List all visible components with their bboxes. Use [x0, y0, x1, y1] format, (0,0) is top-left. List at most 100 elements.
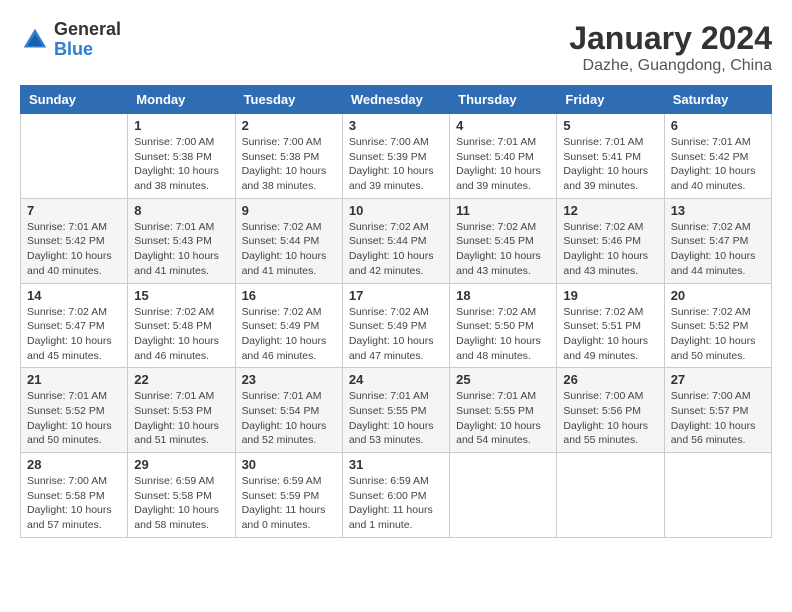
day-number: 20: [671, 288, 765, 303]
weekday-header-sunday: Sunday: [21, 86, 128, 114]
calendar-cell: 1 Sunrise: 7:00 AM Sunset: 5:38 PM Daylig…: [128, 114, 235, 199]
calendar-cell: 16 Sunrise: 7:02 AM Sunset: 5:49 PM Dayli…: [235, 283, 342, 368]
day-info: Sunrise: 7:00 AM Sunset: 5:39 PM Dayligh…: [349, 135, 443, 194]
day-number: 6: [671, 118, 765, 133]
weekday-header-row: SundayMondayTuesdayWednesdayThursdayFrid…: [21, 86, 772, 114]
day-number: 26: [563, 372, 657, 387]
calendar-cell: 9 Sunrise: 7:02 AM Sunset: 5:44 PM Daylig…: [235, 198, 342, 283]
day-info: Sunrise: 6:59 AM Sunset: 5:58 PM Dayligh…: [134, 474, 228, 533]
calendar-cell: 30Sunrise: 6:59 AM Sunset: 5:59 PM Dayli…: [235, 453, 342, 538]
calendar-cell: 10 Sunrise: 7:02 AM Sunset: 5:44 PM Dayli…: [342, 198, 449, 283]
weekday-header-thursday: Thursday: [450, 86, 557, 114]
calendar-cell: 26 Sunrise: 7:00 AM Sunset: 5:56 PM Dayli…: [557, 368, 664, 453]
calendar-cell: [450, 453, 557, 538]
weekday-header-wednesday: Wednesday: [342, 86, 449, 114]
day-number: 29: [134, 457, 228, 472]
day-number: 5: [563, 118, 657, 133]
calendar-cell: [557, 453, 664, 538]
calendar-cell: 11 Sunrise: 7:02 AM Sunset: 5:45 PM Dayli…: [450, 198, 557, 283]
day-info: Sunrise: 7:01 AM Sunset: 5:54 PM Dayligh…: [242, 389, 336, 448]
day-info: Sunrise: 7:01 AM Sunset: 5:40 PM Dayligh…: [456, 135, 550, 194]
week-row-2: 14Sunrise: 7:02 AM Sunset: 5:47 PM Dayli…: [21, 283, 772, 368]
day-info: Sunrise: 7:02 AM Sunset: 5:49 PM Dayligh…: [242, 305, 336, 364]
weekday-header-friday: Friday: [557, 86, 664, 114]
calendar-cell: 31Sunrise: 6:59 AM Sunset: 6:00 PM Dayli…: [342, 453, 449, 538]
header: General Blue January 2024 Dazhe, Guangdo…: [20, 20, 772, 75]
day-info: Sunrise: 7:02 AM Sunset: 5:48 PM Dayligh…: [134, 305, 228, 364]
logo: General Blue: [20, 20, 121, 60]
logo-general-text: General: [54, 20, 121, 40]
day-info: Sunrise: 7:01 AM Sunset: 5:52 PM Dayligh…: [27, 389, 121, 448]
day-number: 30: [242, 457, 336, 472]
day-number: 27: [671, 372, 765, 387]
day-number: 9: [242, 203, 336, 218]
weekday-header-monday: Monday: [128, 86, 235, 114]
calendar-cell: 19Sunrise: 7:02 AM Sunset: 5:51 PM Dayli…: [557, 283, 664, 368]
day-number: 22: [134, 372, 228, 387]
week-row-3: 21 Sunrise: 7:01 AM Sunset: 5:52 PM Dayli…: [21, 368, 772, 453]
day-info: Sunrise: 7:01 AM Sunset: 5:41 PM Dayligh…: [563, 135, 657, 194]
calendar-cell: 4 Sunrise: 7:01 AM Sunset: 5:40 PM Daylig…: [450, 114, 557, 199]
day-number: 7: [27, 203, 121, 218]
calendar-cell: 25 Sunrise: 7:01 AM Sunset: 5:55 PM Dayli…: [450, 368, 557, 453]
day-number: 23: [242, 372, 336, 387]
day-number: 16: [242, 288, 336, 303]
day-info: Sunrise: 7:02 AM Sunset: 5:51 PM Dayligh…: [563, 305, 657, 364]
day-number: 8: [134, 203, 228, 218]
calendar-cell: 7 Sunrise: 7:01 AM Sunset: 5:42 PM Daylig…: [21, 198, 128, 283]
day-number: 21: [27, 372, 121, 387]
day-number: 2: [242, 118, 336, 133]
day-info: Sunrise: 7:00 AM Sunset: 5:38 PM Dayligh…: [242, 135, 336, 194]
day-number: 28: [27, 457, 121, 472]
day-info: Sunrise: 7:01 AM Sunset: 5:55 PM Dayligh…: [456, 389, 550, 448]
day-number: 12: [563, 203, 657, 218]
day-info: Sunrise: 7:02 AM Sunset: 5:47 PM Dayligh…: [27, 305, 121, 364]
day-info: Sunrise: 7:01 AM Sunset: 5:42 PM Dayligh…: [671, 135, 765, 194]
weekday-header-tuesday: Tuesday: [235, 86, 342, 114]
calendar-cell: 8 Sunrise: 7:01 AM Sunset: 5:43 PM Daylig…: [128, 198, 235, 283]
day-number: 15: [134, 288, 228, 303]
day-number: 18: [456, 288, 550, 303]
calendar-cell: 14Sunrise: 7:02 AM Sunset: 5:47 PM Dayli…: [21, 283, 128, 368]
day-info: Sunrise: 7:02 AM Sunset: 5:44 PM Dayligh…: [242, 220, 336, 279]
calendar-cell: 2 Sunrise: 7:00 AM Sunset: 5:38 PM Daylig…: [235, 114, 342, 199]
calendar-cell: 15 Sunrise: 7:02 AM Sunset: 5:48 PM Dayli…: [128, 283, 235, 368]
calendar-cell: 21 Sunrise: 7:01 AM Sunset: 5:52 PM Dayli…: [21, 368, 128, 453]
calendar-cell: 6 Sunrise: 7:01 AM Sunset: 5:42 PM Daylig…: [664, 114, 771, 199]
calendar-cell: 20Sunrise: 7:02 AM Sunset: 5:52 PM Dayli…: [664, 283, 771, 368]
day-info: Sunrise: 7:01 AM Sunset: 5:42 PM Dayligh…: [27, 220, 121, 279]
subtitle: Dazhe, Guangdong, China: [569, 57, 772, 75]
calendar-cell: 17Sunrise: 7:02 AM Sunset: 5:49 PM Dayli…: [342, 283, 449, 368]
day-number: 4: [456, 118, 550, 133]
calendar-cell: [664, 453, 771, 538]
week-row-1: 7 Sunrise: 7:01 AM Sunset: 5:42 PM Daylig…: [21, 198, 772, 283]
day-number: 25: [456, 372, 550, 387]
logo-blue-text: Blue: [54, 40, 121, 60]
calendar-cell: 27 Sunrise: 7:00 AM Sunset: 5:57 PM Dayli…: [664, 368, 771, 453]
calendar-table: SundayMondayTuesdayWednesdayThursdayFrid…: [20, 85, 772, 538]
logo-text: General Blue: [54, 20, 121, 60]
day-number: 10: [349, 203, 443, 218]
day-info: Sunrise: 7:00 AM Sunset: 5:38 PM Dayligh…: [134, 135, 228, 194]
calendar-cell: [21, 114, 128, 199]
weekday-header-saturday: Saturday: [664, 86, 771, 114]
day-info: Sunrise: 7:00 AM Sunset: 5:56 PM Dayligh…: [563, 389, 657, 448]
week-row-4: 28Sunrise: 7:00 AM Sunset: 5:58 PM Dayli…: [21, 453, 772, 538]
day-info: Sunrise: 7:01 AM Sunset: 5:55 PM Dayligh…: [349, 389, 443, 448]
logo-icon: [20, 25, 50, 55]
day-number: 17: [349, 288, 443, 303]
day-number: 11: [456, 203, 550, 218]
calendar-cell: 28Sunrise: 7:00 AM Sunset: 5:58 PM Dayli…: [21, 453, 128, 538]
day-info: Sunrise: 7:02 AM Sunset: 5:46 PM Dayligh…: [563, 220, 657, 279]
calendar-cell: 18Sunrise: 7:02 AM Sunset: 5:50 PM Dayli…: [450, 283, 557, 368]
week-row-0: 1 Sunrise: 7:00 AM Sunset: 5:38 PM Daylig…: [21, 114, 772, 199]
main-title: January 2024: [569, 20, 772, 57]
calendar-cell: 5 Sunrise: 7:01 AM Sunset: 5:41 PM Daylig…: [557, 114, 664, 199]
day-info: Sunrise: 7:00 AM Sunset: 5:57 PM Dayligh…: [671, 389, 765, 448]
day-number: 1: [134, 118, 228, 133]
day-info: Sunrise: 7:01 AM Sunset: 5:43 PM Dayligh…: [134, 220, 228, 279]
day-info: Sunrise: 7:02 AM Sunset: 5:44 PM Dayligh…: [349, 220, 443, 279]
day-info: Sunrise: 7:02 AM Sunset: 5:45 PM Dayligh…: [456, 220, 550, 279]
title-area: January 2024 Dazhe, Guangdong, China: [569, 20, 772, 75]
calendar-cell: 3Sunrise: 7:00 AM Sunset: 5:39 PM Daylig…: [342, 114, 449, 199]
